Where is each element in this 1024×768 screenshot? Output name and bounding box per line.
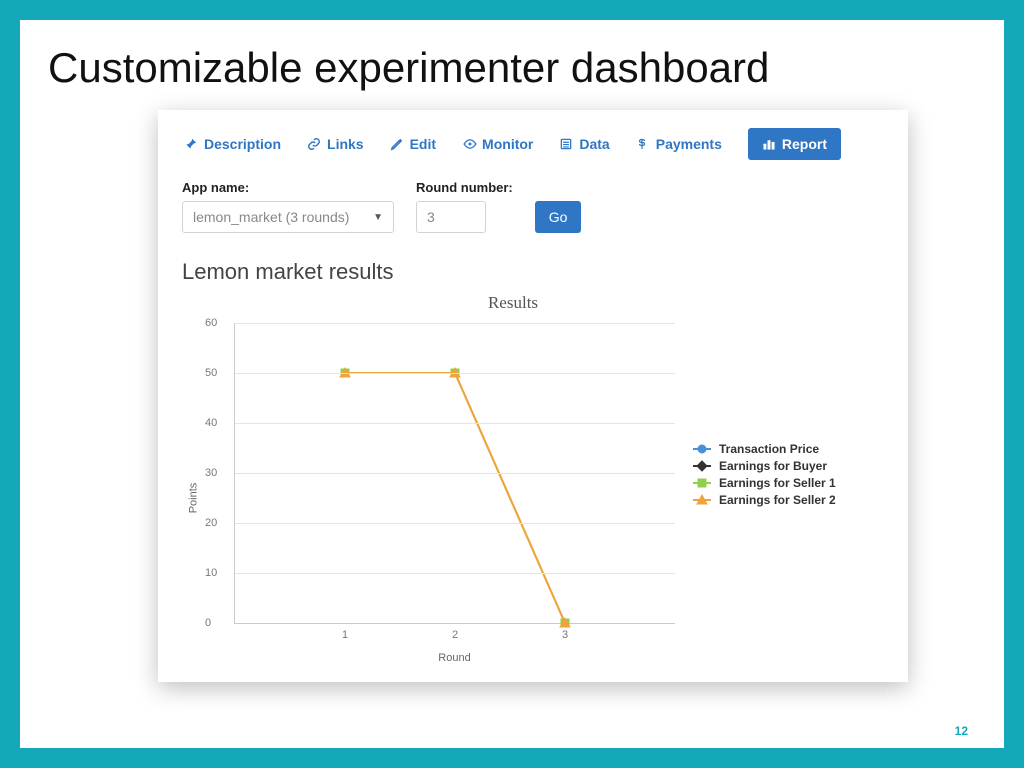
y-tick: 50 — [205, 367, 217, 379]
go-button[interactable]: Go — [535, 201, 582, 233]
y-tick: 10 — [205, 567, 217, 579]
chart-title: Results — [138, 293, 888, 313]
tab-bar: Description Links Edit Monitor Data — [178, 122, 888, 180]
x-tick: 2 — [452, 629, 458, 641]
tab-label: Payments — [656, 136, 722, 152]
slide-title: Customizable experimenter dashboard — [48, 44, 976, 92]
tab-monitor[interactable]: Monitor — [462, 136, 533, 152]
chart-legend: Transaction Price Earnings for Buyer Earni… — [693, 439, 836, 510]
round-number-label: Round number: — [416, 180, 513, 195]
slide: Customizable experimenter dashboard Desc… — [20, 20, 1004, 748]
dollar-icon — [636, 137, 650, 151]
tab-label: Monitor — [482, 136, 533, 152]
tab-data[interactable]: Data — [559, 136, 609, 152]
legend-label: Earnings for Seller 1 — [719, 476, 836, 490]
app-name-select[interactable]: lemon_market (3 rounds) ▼ — [182, 201, 394, 233]
tab-label: Description — [204, 136, 281, 152]
tab-description[interactable]: Description — [184, 136, 281, 152]
link-icon — [307, 137, 321, 151]
tab-edit[interactable]: Edit — [390, 136, 436, 152]
pencil-icon — [390, 137, 404, 151]
app-name-field: App name: lemon_market (3 rounds) ▼ — [182, 180, 394, 233]
x-axis-label: Round — [234, 652, 675, 664]
round-number-field: Round number: — [416, 180, 513, 233]
tab-label: Report — [782, 136, 827, 152]
round-number-input[interactable] — [416, 201, 486, 233]
y-tick: 40 — [205, 417, 217, 429]
y-tick: 0 — [205, 617, 211, 629]
chart-plot: 0102030405060123 — [234, 323, 675, 624]
tab-label: Links — [327, 136, 364, 152]
legend-swatch-icon — [693, 494, 711, 506]
y-tick: 20 — [205, 517, 217, 529]
eye-icon — [462, 137, 476, 151]
pin-icon — [184, 137, 198, 151]
legend-swatch-icon — [693, 477, 711, 489]
page-number: 12 — [955, 724, 968, 738]
tab-links[interactable]: Links — [307, 136, 364, 152]
tab-label: Data — [579, 136, 609, 152]
app-name-label: App name: — [182, 180, 394, 195]
legend-label: Earnings for Buyer — [719, 459, 827, 473]
chevron-down-icon: ▼ — [373, 212, 383, 223]
app-name-value: lemon_market (3 rounds) — [193, 209, 349, 225]
x-tick: 1 — [342, 629, 348, 641]
bar-chart-icon — [762, 137, 776, 151]
y-tick: 60 — [205, 317, 217, 329]
tab-payments[interactable]: Payments — [636, 136, 722, 152]
filter-row: App name: lemon_market (3 rounds) ▼ Roun… — [178, 180, 888, 233]
chart-area: Points 0102030405060123 Round — [178, 319, 675, 664]
slide-frame: Customizable experimenter dashboard Desc… — [0, 0, 1024, 768]
x-tick: 3 — [562, 629, 568, 641]
legend-item[interactable]: Transaction Price — [693, 442, 836, 456]
legend-label: Transaction Price — [719, 442, 819, 456]
legend-item[interactable]: Earnings for Buyer — [693, 459, 836, 473]
y-axis-label: Points — [187, 482, 199, 513]
dashboard-panel: Description Links Edit Monitor Data — [158, 110, 908, 682]
tab-label: Edit — [410, 136, 436, 152]
legend-item[interactable]: Earnings for Seller 1 — [693, 476, 836, 490]
results-heading: Lemon market results — [182, 259, 888, 285]
list-icon — [559, 137, 573, 151]
legend-swatch-icon — [693, 443, 711, 455]
chart-wrap: Points 0102030405060123 Round Transactio… — [178, 319, 888, 664]
legend-swatch-icon — [693, 460, 711, 472]
legend-item[interactable]: Earnings for Seller 2 — [693, 493, 836, 507]
y-tick: 30 — [205, 467, 217, 479]
legend-label: Earnings for Seller 2 — [719, 493, 836, 507]
tab-report[interactable]: Report — [748, 128, 841, 160]
